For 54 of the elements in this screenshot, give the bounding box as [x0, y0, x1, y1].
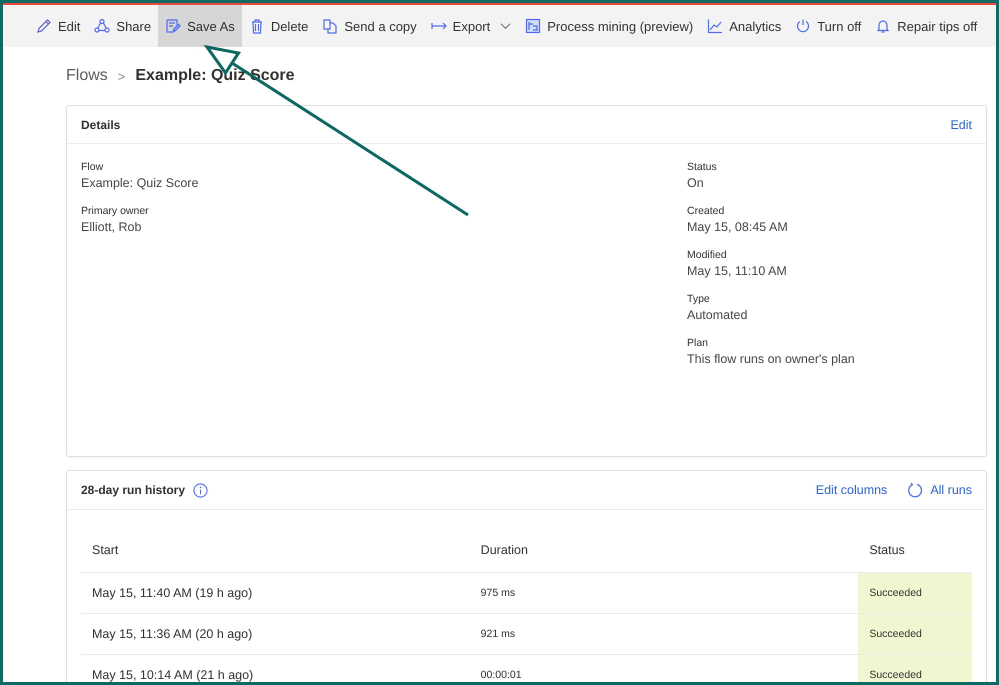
table-cell-text: May 15, 10:14 AM (21 h ago) — [91, 667, 254, 682]
status-cell: Succeeded — [858, 614, 972, 654]
table-cell-text: 975 ms — [480, 586, 516, 601]
card-title: Details — [81, 118, 120, 132]
field-label: Created — [687, 205, 726, 217]
toolbar-button[interactable]: Edit — [29, 5, 88, 47]
breadcrumb-current: Example: Quiz Score — [135, 67, 295, 85]
toolbar-button[interactable]: Export — [424, 5, 518, 47]
field-value: Automated — [687, 308, 748, 322]
breadcrumb-link[interactable]: Flows — [66, 67, 108, 85]
toolbar-button[interactable]: Share — [87, 5, 158, 47]
status-cell: Succeeded — [858, 573, 972, 613]
field-label: Primary owner — [81, 205, 150, 217]
card-title: 28-day run history — [81, 483, 186, 497]
info-icon[interactable] — [193, 482, 208, 498]
edit-link[interactable]: Edit — [950, 118, 972, 132]
edit-columns-link[interactable]: Edit columns — [816, 483, 888, 497]
field-value: May 15, 11:10 AM — [687, 264, 788, 278]
toolbar-button[interactable]: Delete — [242, 5, 316, 47]
field-label: Modified — [687, 249, 728, 261]
process-map-icon — [525, 18, 542, 34]
toolbar-button[interactable]: Repair tips off — [868, 5, 984, 47]
toolbar-button[interactable]: Turn off — [788, 5, 868, 47]
column-header: Start — [91, 542, 120, 559]
pencil-icon — [36, 18, 52, 34]
toolbar-button[interactable]: Process mining (preview) — [518, 5, 700, 47]
field-value: Elliott, Rob — [81, 220, 142, 234]
save-as-icon — [165, 18, 182, 34]
toolbar-button[interactable]: Send a copy — [315, 5, 424, 47]
table-cell-text: 921 ms — [480, 627, 516, 642]
field-label: Type — [687, 293, 711, 305]
column-header: Duration — [480, 542, 529, 559]
column-header: Status — [868, 542, 906, 559]
bell-icon — [875, 18, 892, 34]
status-cell: Succeeded — [858, 655, 972, 682]
copy-icon — [322, 18, 338, 34]
line-chart-icon — [707, 18, 724, 34]
field-label: Flow — [81, 161, 104, 173]
breadcrumb-separator: > — [118, 68, 126, 84]
toolbar-button[interactable]: Analytics — [700, 5, 788, 47]
table-cell-text: May 15, 11:40 AM (19 h ago) — [91, 585, 254, 602]
all-runs-link[interactable]: All runs — [907, 482, 972, 498]
field-value: This flow runs on owner's plan — [687, 352, 855, 366]
field-value: On — [687, 176, 705, 190]
power-icon — [795, 18, 812, 34]
toolbar-button[interactable]: Save As — [158, 5, 242, 47]
table-cell-text: 00:00:01 — [480, 668, 523, 682]
refresh-icon — [907, 482, 924, 498]
share-icon — [94, 18, 110, 34]
field-value: May 15, 08:45 AM — [687, 220, 789, 234]
field-value: Example: Quiz Score — [81, 176, 200, 190]
table-cell-text: May 15, 11:36 AM (20 h ago) — [91, 626, 254, 643]
field-label: Status — [687, 161, 718, 173]
field-label: Plan — [687, 337, 710, 349]
